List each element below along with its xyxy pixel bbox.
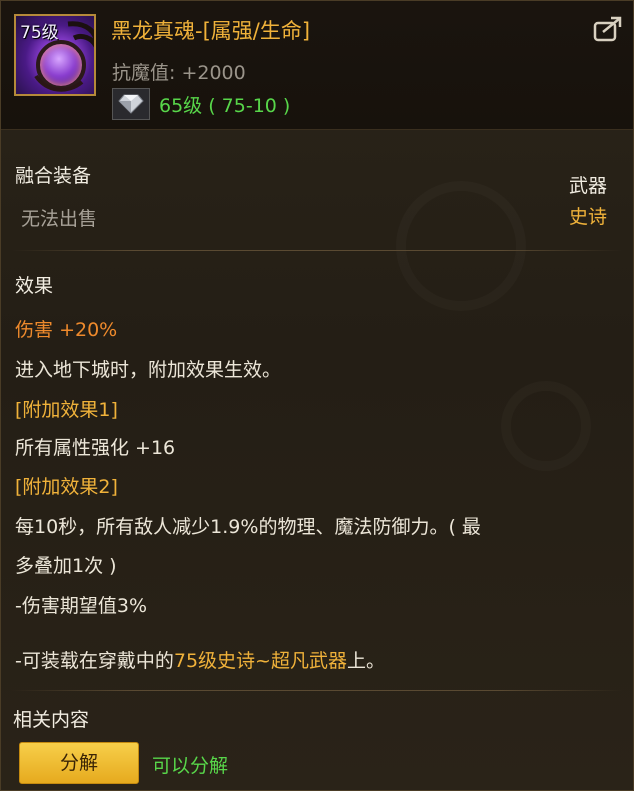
- equip-prefix: -可装载在穿戴中的: [15, 650, 174, 672]
- gem-icon: [112, 88, 150, 120]
- equip-highlight: 75级史诗~超凡武器: [173, 650, 347, 672]
- bonus1-title: [附加效果1]: [15, 399, 118, 421]
- expected-damage: -伤害期望值3%: [15, 595, 147, 617]
- rarity-label: 史诗: [569, 206, 608, 228]
- item-name: 黑龙真魂-[属强/生命]: [111, 19, 311, 43]
- equip-suffix: 上。: [346, 650, 385, 672]
- effects-title: 效果: [15, 275, 54, 297]
- damage-value: +20%: [59, 319, 118, 341]
- disassemble-button[interactable]: 分解: [19, 742, 139, 784]
- bonus2-text-line1: 每10秒，所有敌人减少1.9%的物理、魔法防御力。( 最: [15, 516, 481, 538]
- background-ring: [396, 181, 526, 311]
- tooltip-header: 75级 黑龙真魂-[属强/生命] 抗魔值: +2000 65级 ( 75-10 …: [1, 1, 633, 130]
- item-stat: 抗魔值: +2000: [112, 62, 246, 84]
- damage-line: 伤害 +20%: [15, 315, 117, 342]
- export-icon[interactable]: [593, 15, 623, 43]
- sell-status: 无法出售: [21, 208, 98, 230]
- item-icon: 75级: [14, 14, 96, 96]
- category-label: 融合装备: [15, 165, 92, 187]
- damage-label: 伤害: [15, 319, 54, 341]
- level-requirement: 65级 ( 75-10 ): [159, 95, 291, 117]
- item-level-badge: 75级: [20, 23, 59, 43]
- divider: [11, 250, 623, 251]
- bonus2-title: [附加效果2]: [15, 476, 118, 498]
- background-ring: [501, 381, 591, 471]
- slot-label: 武器: [569, 175, 608, 197]
- disassemble-status: 可以分解: [152, 755, 229, 777]
- bonus1-text: 所有属性强化 +16: [15, 437, 176, 459]
- bonus2-text-line2: 多叠加1次 ): [15, 555, 117, 577]
- item-tooltip: 75级 黑龙真魂-[属强/生命] 抗魔值: +2000 65级 ( 75-10 …: [0, 0, 634, 791]
- dungeon-note: 进入地下城时，附加效果生效。: [15, 359, 282, 381]
- divider: [11, 690, 623, 691]
- related-title: 相关内容: [13, 709, 90, 731]
- equip-note: -可装载在穿戴中的75级史诗~超凡武器上。: [15, 646, 385, 673]
